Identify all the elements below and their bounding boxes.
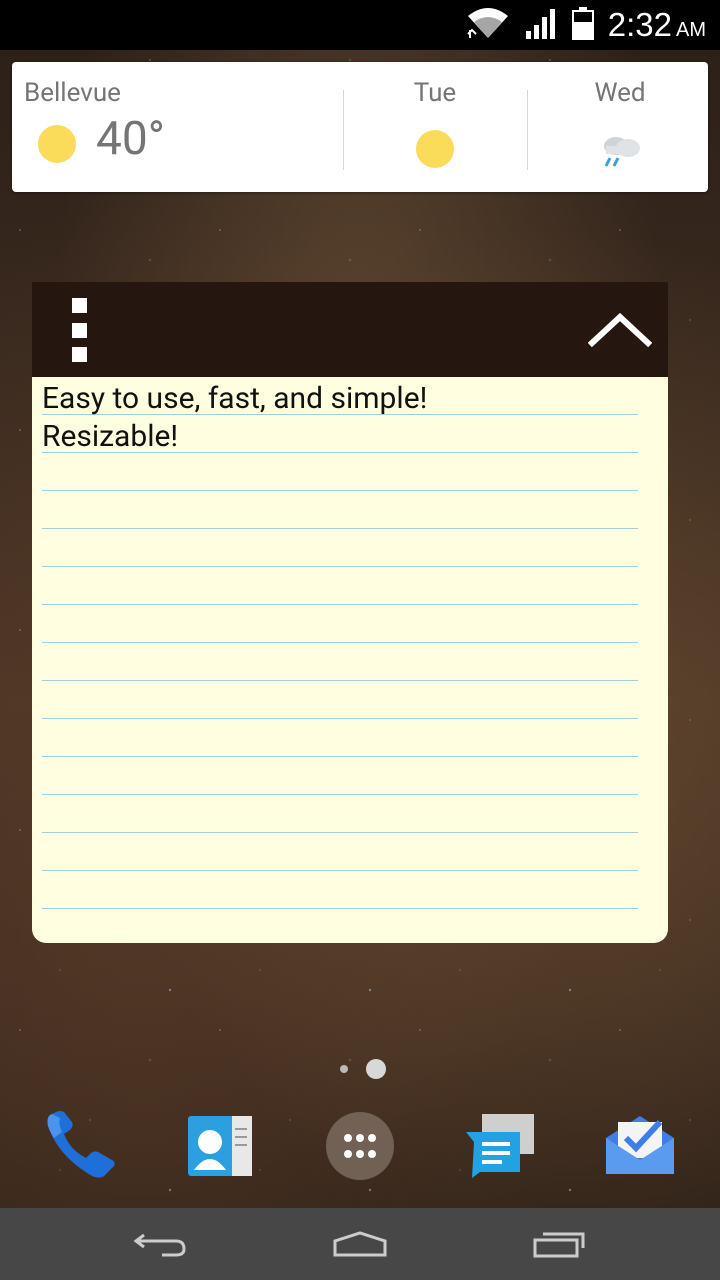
rain-cloud-icon <box>596 132 644 172</box>
phone-icon[interactable] <box>42 1108 118 1184</box>
wifi-icon <box>466 6 510 44</box>
weather-divider <box>527 90 528 170</box>
overflow-menu-icon[interactable] <box>64 298 94 362</box>
recents-icon[interactable] <box>520 1222 600 1266</box>
app-drawer-icon[interactable] <box>322 1108 398 1184</box>
sun-icon <box>416 130 454 168</box>
clock-time: 2:32 <box>607 6 672 43</box>
page-indicator-dot <box>340 1065 348 1073</box>
weather-divider <box>343 90 344 170</box>
note-widget[interactable]: Easy to use, fast, and simple! Resizable… <box>32 282 668 943</box>
signal-icon <box>524 7 558 43</box>
clock: 2:32 AM <box>608 6 706 44</box>
status-bar: 2:32 AM <box>0 0 720 50</box>
forecast-day-tue: Tue <box>413 78 457 108</box>
chevron-up-icon[interactable] <box>587 307 653 351</box>
note-text[interactable]: Easy to use, fast, and simple! Resizable… <box>42 380 632 456</box>
note-body[interactable]: Easy to use, fast, and simple! Resizable… <box>32 377 668 943</box>
weather-temperature: 40° <box>96 112 165 166</box>
messenger-icon[interactable] <box>462 1108 538 1184</box>
home-icon[interactable] <box>320 1222 400 1266</box>
note-line: Easy to use, fast, and simple! <box>42 381 428 416</box>
contacts-icon[interactable] <box>182 1108 258 1184</box>
page-indicator-dot-active <box>366 1059 386 1079</box>
weather-city: Bellevue <box>24 78 121 108</box>
weather-widget[interactable]: Bellevue 40° Tue Wed <box>12 62 708 192</box>
note-header <box>32 282 668 377</box>
battery-icon <box>571 6 594 44</box>
note-ruled-lines <box>42 377 638 917</box>
clock-ampm: AM <box>676 19 706 41</box>
forecast-day-wed: Wed <box>594 78 646 108</box>
inbox-icon[interactable] <box>602 1108 678 1184</box>
note-line: Resizable! <box>42 419 179 454</box>
navigation-bar <box>0 1208 720 1280</box>
back-icon[interactable] <box>120 1222 200 1266</box>
sun-icon <box>38 125 76 163</box>
